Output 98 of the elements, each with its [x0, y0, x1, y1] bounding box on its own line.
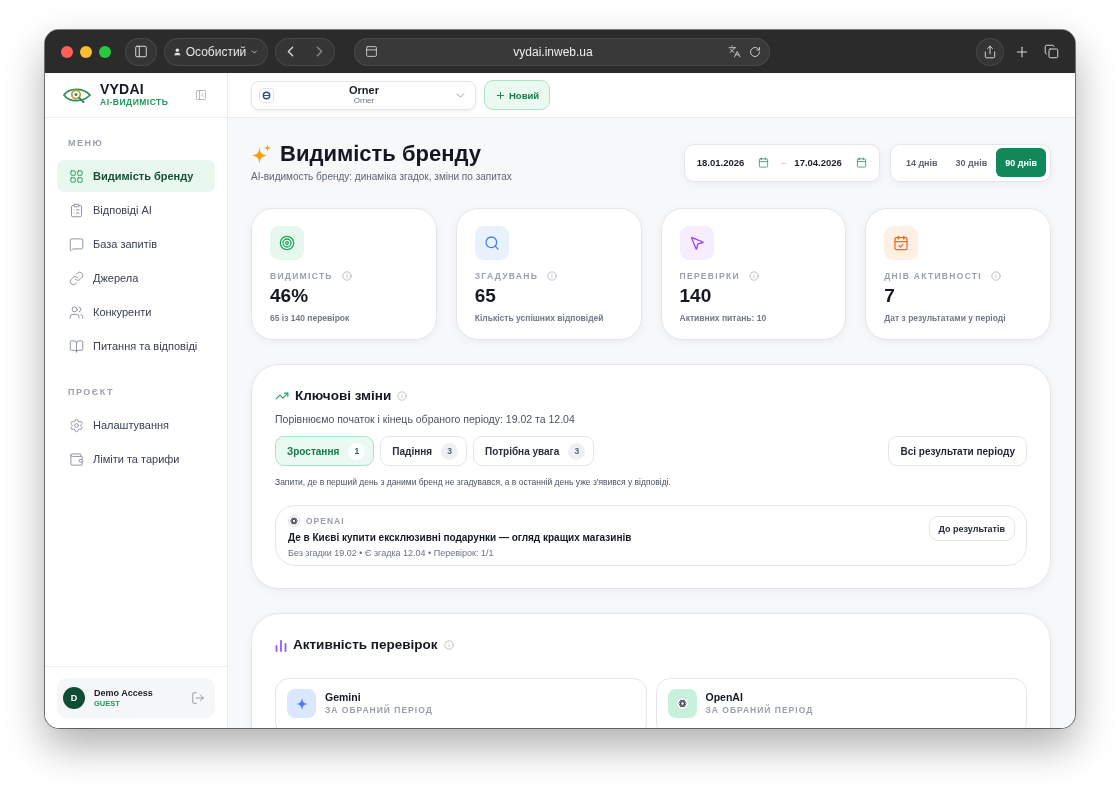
window-minimize-button[interactable] — [80, 45, 92, 58]
sidebar-item[interactable]: Ліміти та тарифи — [57, 443, 215, 475]
stat-label: ВИДИМІСТЬ — [270, 270, 333, 282]
sidebar-item[interactable]: Джерела — [57, 262, 215, 294]
new-project-button[interactable]: Новий — [484, 80, 551, 110]
calendar-icon — [855, 157, 867, 168]
users-icon — [69, 304, 84, 320]
page-subtitle: AI-видимость бренду: динаміка згадок, зміни по запитах — [251, 171, 512, 183]
calendar-icon — [758, 157, 770, 168]
info-icon — [397, 391, 408, 401]
section-title: МЕНЮ — [67, 137, 105, 149]
plus-icon — [495, 89, 506, 101]
count-badge: 3 — [441, 442, 459, 460]
open-book-icon — [69, 338, 84, 354]
stat-note: Дат з результатами у періоді — [884, 312, 1007, 324]
info-icon — [443, 640, 454, 650]
user-avatar: D — [63, 687, 85, 709]
stat-value: 65 — [474, 285, 497, 307]
translate-button[interactable] — [728, 45, 741, 58]
chat-bubble-icon — [69, 236, 84, 252]
person-icon — [173, 45, 182, 58]
stat-label: ПЕРЕВІРКИ — [679, 270, 740, 282]
filter-tab[interactable]: Зростання 1 — [275, 436, 375, 466]
sparkle-icon — [251, 143, 272, 165]
profile-button[interactable]: Особистий — [164, 37, 268, 66]
stat-label: ЗГАДУВАНЬ — [474, 270, 539, 282]
share-icon — [983, 44, 997, 59]
sidebar-item[interactable]: База запитів — [57, 228, 215, 260]
filter-tab[interactable]: Падіння 3 — [380, 436, 468, 466]
sidebar-item[interactable]: Налаштування — [57, 409, 215, 441]
settings-icon — [69, 417, 84, 433]
brand-name: VYDAI — [100, 82, 145, 97]
card-description: Порівнюємо початок і кінець обраного періоду: 19.02 та 12.04 — [275, 412, 576, 426]
section-title: ПРОЄКТ — [67, 386, 115, 398]
search-tile-icon — [474, 226, 509, 260]
brand-tagline: AI-ВИДИМІСТЬ — [100, 97, 170, 108]
info-icon — [547, 271, 558, 281]
sidebar-toggle-button[interactable] — [125, 37, 157, 66]
stat-value: 7 — [884, 285, 896, 307]
stat-note: 65 із 140 перевірок — [270, 312, 351, 324]
provider-name: OPENAI — [306, 515, 345, 526]
sidebar-item[interactable]: Видимість бренду — [57, 160, 215, 192]
stat-value: 140 — [679, 285, 713, 307]
address-bar[interactable]: vydai.inweb.ua — [354, 37, 770, 66]
provider-title: Gemini — [325, 691, 362, 704]
stat-value: 46% — [270, 285, 310, 307]
eye-logo-icon — [62, 85, 92, 105]
card-title: Активність перевірок — [293, 637, 438, 653]
period-button[interactable]: 30 днів — [946, 148, 997, 177]
range-separator: – — [781, 157, 787, 168]
end-date[interactable]: 17.04.2026 — [794, 157, 842, 168]
sidebar-item[interactable]: Питання та відповіді — [57, 330, 215, 362]
reader-button[interactable] — [365, 45, 378, 58]
filter-tab[interactable]: Потрібна увага 3 — [473, 436, 595, 466]
tab-hint: Запити, де в перший день з даними бренд не згадувався, а в останній день уже з'явився у відповіді. — [275, 476, 672, 488]
knot-logo-icon — [675, 697, 689, 710]
grid-icon — [69, 168, 84, 184]
calendar-check-tile-icon — [884, 226, 919, 260]
user-name: Demo Access — [94, 687, 154, 699]
provider-note: ЗА ОБРАНИЙ ПЕРІОД — [325, 704, 433, 716]
clipboard-icon — [69, 202, 84, 218]
sidebar-panel-icon — [134, 44, 148, 59]
knot-logo-icon — [288, 514, 300, 527]
reload-button[interactable] — [749, 45, 761, 58]
wallet-icon — [69, 451, 84, 467]
window-maximize-button[interactable] — [99, 45, 111, 58]
period-button[interactable]: 90 днів — [996, 148, 1046, 177]
query-text: Де в Києві купити ексклюзивні подарунки — огляд кращих магазинів — [288, 531, 633, 544]
info-icon — [748, 271, 759, 281]
sidebar-item[interactable]: Конкуренти — [57, 296, 215, 328]
provider-note: ЗА ОБРАНИЙ ПЕРІОД — [705, 704, 814, 716]
page-title: Видимість бренду — [280, 142, 481, 166]
sidebar-item[interactable]: Відповіді AI — [57, 194, 215, 226]
four-point-star-icon — [295, 697, 308, 710]
stat-note: Кількість успішних відповідей — [474, 312, 605, 324]
project-logo-icon — [259, 87, 274, 103]
all-results-button[interactable]: Всі результати періоду — [888, 436, 1027, 466]
link-icon — [69, 270, 84, 286]
count-badge: 3 — [568, 442, 586, 460]
share-button[interactable] — [976, 37, 1004, 66]
info-icon — [991, 271, 1001, 281]
url-text[interactable]: vydai.inweb.ua — [386, 44, 720, 59]
pointer-tile-icon — [679, 226, 714, 260]
open-results-button[interactable]: До результатів — [928, 516, 1015, 541]
tab-overview-button[interactable] — [1044, 44, 1059, 59]
info-icon — [341, 271, 352, 281]
stat-note: Активних питань: 10 — [679, 312, 768, 324]
window-close-button[interactable] — [61, 45, 73, 58]
provider-title: OpenAI — [705, 691, 744, 704]
bar-chart-icon — [275, 638, 287, 652]
stat-label: ДНІВ АКТИВНОСТІ — [884, 270, 982, 282]
project-select[interactable]: Orner Orner — [251, 80, 476, 110]
count-badge: 1 — [348, 442, 366, 460]
start-date[interactable]: 18.01.2026 — [696, 157, 745, 168]
result-meta: Без згадки 19.02 • Є згадка 12.04 • Перевірок: 1/1 — [288, 547, 495, 559]
target-tile-icon — [270, 226, 304, 260]
card-title: Ключові зміни — [295, 388, 392, 404]
period-button[interactable]: 14 днів — [896, 148, 947, 177]
